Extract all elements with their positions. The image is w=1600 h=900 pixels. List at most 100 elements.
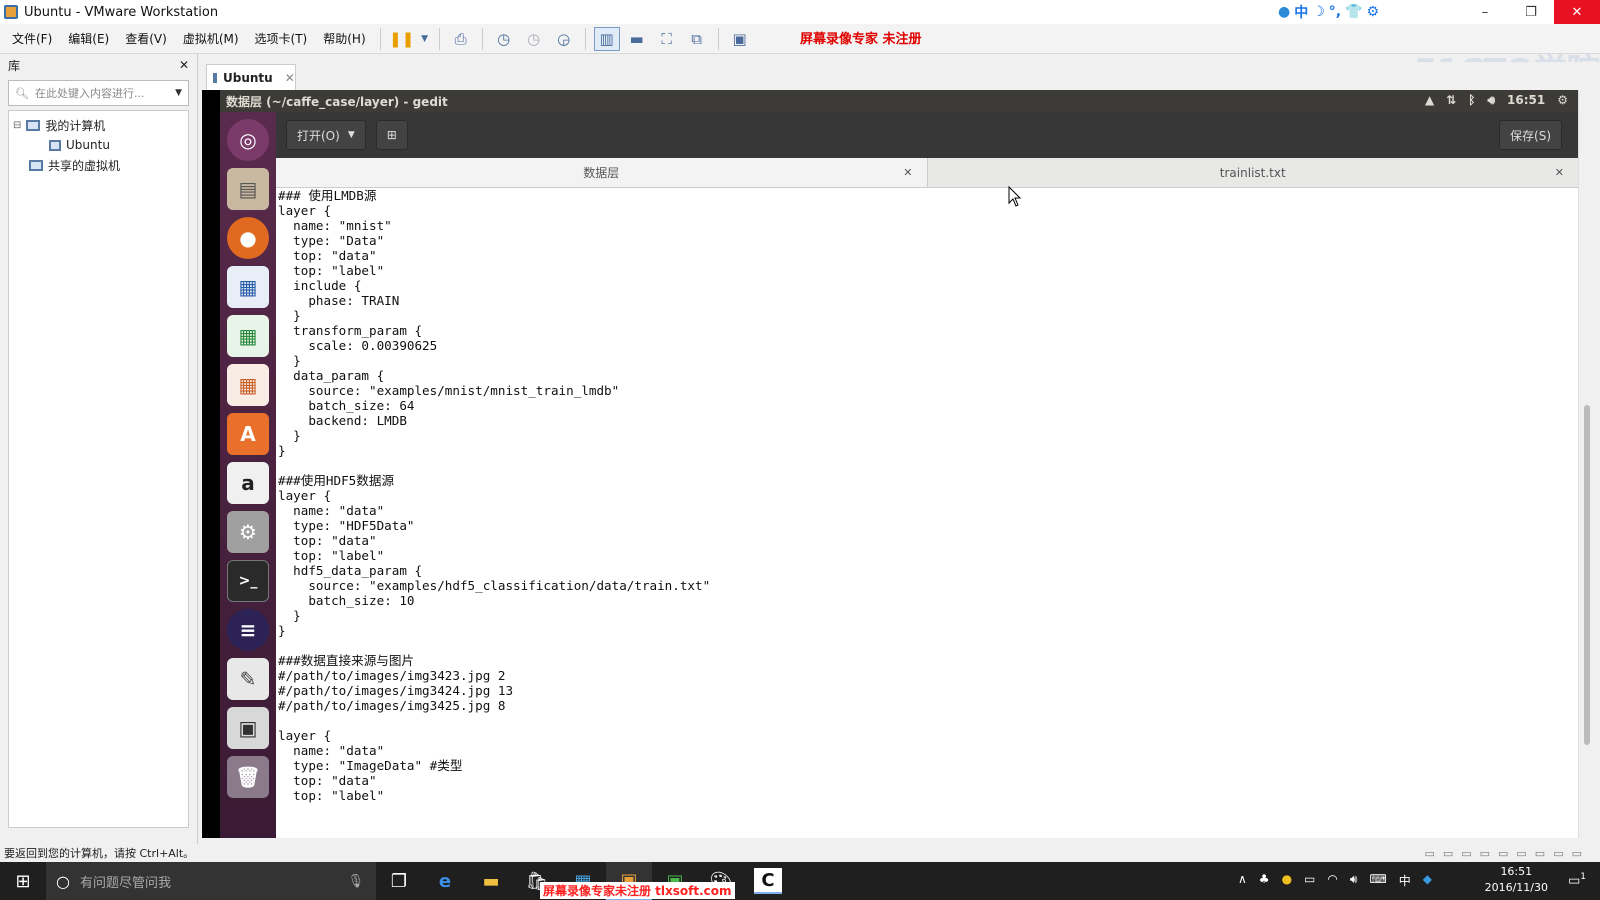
snapshot-manager-icon[interactable]: ◶: [551, 27, 577, 51]
fullscreen-icon[interactable]: ⛶: [654, 27, 680, 51]
c-app-icon[interactable]: C: [754, 868, 782, 894]
ime-moon-icon[interactable]: ☽: [1312, 4, 1325, 20]
ime-toolbar[interactable]: ● 中 ☽ °, 👕 ⚙: [1278, 2, 1379, 22]
menu-file[interactable]: 文件(F): [4, 30, 60, 47]
snapshot-restore-icon[interactable]: ◷: [521, 27, 547, 51]
close-button[interactable]: ✕: [1554, 0, 1600, 24]
calc-icon[interactable]: ▦: [227, 315, 269, 357]
tab-data-layer[interactable]: 数据层 ✕: [276, 158, 928, 187]
library-title: 库: [8, 58, 21, 73]
tab-trainlist[interactable]: trainlist.txt ✕: [928, 158, 1579, 187]
chevron-down-icon[interactable]: ▼: [175, 88, 182, 98]
vertical-scrollbar[interactable]: [1578, 90, 1596, 838]
restore-button[interactable]: ❐: [1508, 0, 1554, 24]
library-search-input[interactable]: 🔍︎ 在此处键入内容进行... ▼: [8, 80, 189, 106]
library-header: 库 ✕: [0, 54, 197, 76]
tab-close-icon[interactable]: ✕: [285, 71, 295, 85]
new-tab-button[interactable]: ⊞: [375, 120, 408, 150]
network-icon[interactable]: ⇅: [1446, 93, 1456, 108]
task-view-icon[interactable]: ❐: [376, 862, 422, 900]
save-disk-icon[interactable]: ▣: [227, 707, 269, 749]
tab-ubuntu[interactable]: Ubuntu ✕: [206, 64, 296, 90]
open-button[interactable]: 打开(O) ▼: [286, 120, 366, 150]
dropdown-icon[interactable]: ▼: [419, 27, 431, 51]
minimize-button[interactable]: –: [1462, 0, 1508, 24]
view-library-icon[interactable]: ▥: [593, 26, 620, 51]
library-panel: 库 ✕ 🔍︎ 在此处键入内容进行... ▼ ⊟ 我的计算机 Ubuntu 共享的…: [0, 54, 198, 844]
tray-shield-icon[interactable]: ●: [1282, 872, 1292, 889]
console-view-icon[interactable]: ▣: [727, 27, 753, 51]
code-content[interactable]: ### 使用LMDB源 layer { name: "mnist" type: …: [278, 188, 710, 803]
trash-icon[interactable]: 🗑︎: [227, 756, 269, 798]
ime-settings-icon[interactable]: ⚙: [1367, 4, 1380, 20]
save-button[interactable]: 保存(S): [1499, 120, 1562, 150]
collapse-icon[interactable]: ⊟: [13, 120, 21, 131]
ime-skin-icon[interactable]: 👕: [1345, 4, 1362, 20]
menu-help[interactable]: 帮助(H): [315, 30, 373, 47]
tab-close-icon[interactable]: ✕: [903, 166, 912, 179]
microphone-icon[interactable]: 🎙︎: [347, 874, 364, 889]
cortana-search-box[interactable]: ○ 有问题尽管问我 🎙︎: [46, 862, 376, 900]
tray-expand-icon[interactable]: ∧: [1238, 872, 1247, 889]
terminal-icon[interactable]: >_: [227, 560, 269, 602]
volume-icon[interactable]: 🔊︎: [1350, 872, 1358, 889]
send-ctrl-alt-del-icon[interactable]: ⎙: [448, 27, 474, 51]
tray-security-icon[interactable]: ◆: [1423, 872, 1432, 889]
text-editor-icon[interactable]: ✎: [227, 658, 269, 700]
ubuntu-clock[interactable]: 16:51: [1507, 93, 1545, 108]
pause-icon[interactable]: ❚❚: [389, 27, 415, 51]
tray-app-icon[interactable]: ♣: [1259, 872, 1270, 889]
start-button[interactable]: ⊞: [0, 862, 46, 900]
impress-icon[interactable]: ▦: [227, 364, 269, 406]
vmware-statusbar: 要返回到您的计算机，请按 Ctrl+Alt。 ▭▭▭▭▭▭▭▭▭: [0, 844, 1600, 862]
wifi-icon[interactable]: ◠: [1327, 872, 1337, 889]
keyboard-icon[interactable]: ⌨: [1369, 872, 1386, 889]
library-close-icon[interactable]: ✕: [179, 58, 189, 72]
system-tray: ∧ ♣ ● ▭ ◠ 🔊︎ ⌨ 中 ◆: [1238, 872, 1432, 889]
system-settings-icon[interactable]: ⚙: [227, 511, 269, 553]
bottom-watermark: 屏幕录像专家未注册 tlxsoft.com: [540, 882, 735, 899]
tree-item-ubuntu[interactable]: Ubuntu: [13, 135, 184, 155]
battery-icon[interactable]: ▭: [1304, 872, 1315, 889]
amazon-icon[interactable]: a: [227, 462, 269, 504]
device-status-icons[interactable]: ▭▭▭▭▭▭▭▭▭: [1424, 847, 1590, 860]
edge-icon[interactable]: e: [422, 862, 468, 900]
bluetooth-icon[interactable]: ᛒ: [1468, 93, 1475, 108]
menu-tabs[interactable]: 选项卡(T): [247, 30, 316, 47]
ime-lang[interactable]: 中: [1294, 2, 1308, 22]
ime-mascot-icon[interactable]: ●: [1278, 4, 1290, 20]
clock-date: 2016/11/30: [1484, 881, 1548, 894]
cortana-placeholder: 有问题尽管问我: [79, 875, 171, 891]
menu-vm[interactable]: 虚拟机(M): [175, 30, 247, 47]
menu-edit[interactable]: 编辑(E): [60, 30, 117, 47]
snapshot-icon[interactable]: ◷: [491, 27, 517, 51]
chevron-down-icon: ▼: [347, 130, 355, 140]
power-gear-icon[interactable]: ⚙: [1557, 93, 1568, 108]
ime-indicator[interactable]: 中: [1399, 872, 1411, 889]
text-editor-area[interactable]: ### 使用LMDB源 layer { name: "mnist" type: …: [276, 188, 1578, 838]
search-icon: 🔍︎: [15, 86, 29, 100]
files-icon[interactable]: ▤: [227, 168, 269, 210]
firefox-icon[interactable]: ●: [227, 217, 269, 259]
dash-icon[interactable]: ◎: [227, 119, 269, 161]
writer-icon[interactable]: ▦: [227, 266, 269, 308]
tree-item-my-computer[interactable]: ⊟ 我的计算机: [13, 115, 184, 135]
menu-view[interactable]: 查看(V): [117, 30, 175, 47]
unity-icon[interactable]: ⧉: [684, 27, 710, 51]
action-center-icon[interactable]: ▭1: [1568, 872, 1586, 888]
tree-item-shared[interactable]: 共享的虚拟机: [13, 155, 184, 175]
notification-icon[interactable]: ▲: [1425, 93, 1434, 108]
scrollbar-thumb[interactable]: [1584, 405, 1590, 745]
cortana-circle-icon: ○: [56, 871, 70, 891]
file-explorer-icon[interactable]: ▬: [468, 862, 514, 900]
view-thumbnail-icon[interactable]: ▬: [624, 27, 650, 51]
tab-close-icon[interactable]: ✕: [1555, 166, 1564, 179]
ime-punct-icon[interactable]: °,: [1329, 4, 1341, 20]
toolbar-separator: [379, 27, 381, 50]
eclipse-icon[interactable]: ≡: [227, 609, 269, 651]
window-title: Ubuntu - VMware Workstation: [24, 4, 219, 20]
software-center-icon[interactable]: A: [227, 413, 269, 455]
taskbar-clock[interactable]: 16:51 2016/11/30: [1485, 864, 1548, 896]
clock-time: 16:51: [1500, 865, 1533, 878]
volume-icon[interactable]: 🔊︎: [1487, 93, 1495, 108]
